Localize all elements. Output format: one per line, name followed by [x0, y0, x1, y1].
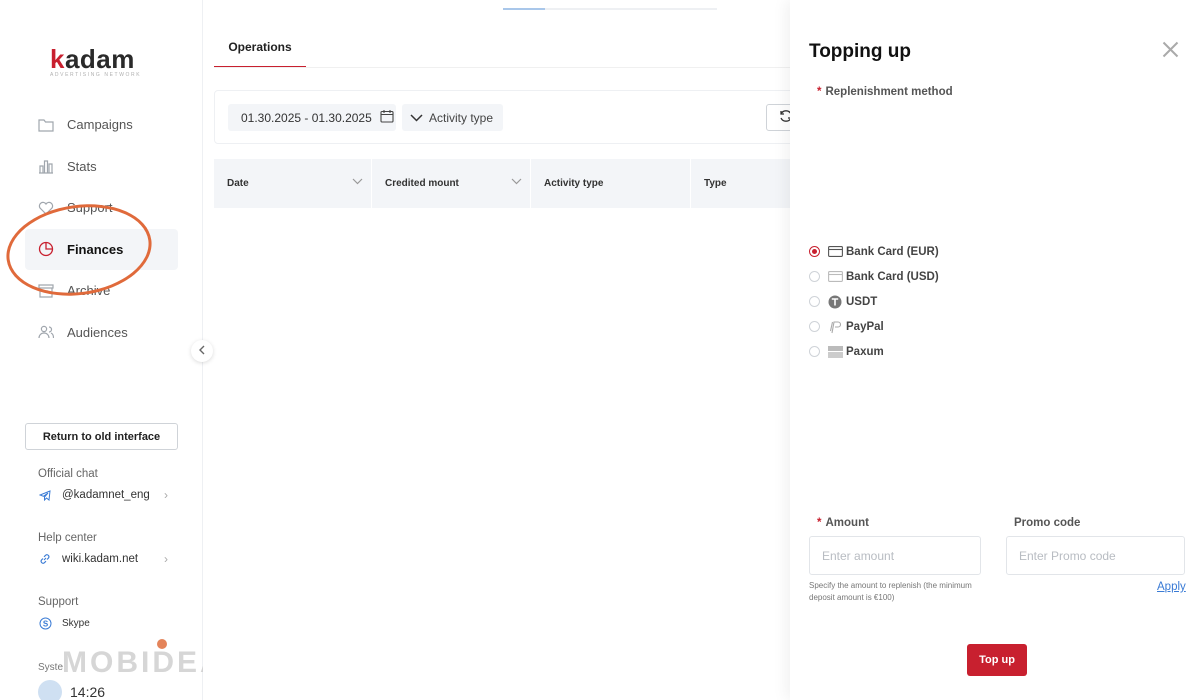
- main-content: Operations 01.30.2025 - 01.30.2025 Activ…: [203, 0, 806, 700]
- return-to-old-interface-button[interactable]: Return to old interface: [25, 423, 178, 450]
- system-label: Syste: [38, 662, 64, 673]
- chevron-left-icon: [198, 344, 206, 358]
- apply-promo-link[interactable]: Apply: [1157, 581, 1186, 593]
- column-header-credited-mount[interactable]: Credited mount: [372, 159, 531, 208]
- sidebar-item-label: Stats: [67, 158, 97, 174]
- card-icon: [827, 245, 843, 259]
- link-icon: [38, 552, 52, 566]
- support-skype[interactable]: Skype: [62, 618, 90, 629]
- filter-bar: 01.30.2025 - 01.30.2025 Activity type: [214, 90, 806, 144]
- date-range-picker[interactable]: 01.30.2025 - 01.30.2025: [228, 104, 396, 131]
- activity-type-dropdown[interactable]: Activity type: [402, 104, 503, 131]
- top-up-button[interactable]: Top up: [967, 644, 1027, 676]
- radio-button[interactable]: [809, 296, 820, 307]
- radio-button[interactable]: [809, 346, 820, 357]
- sidebar-item-label: Campaigns: [67, 117, 133, 133]
- chevron-right-icon: ›: [164, 488, 168, 502]
- help-center-block[interactable]: Help center wiki.kadam.net ›: [38, 532, 178, 566]
- official-chat-label: Official chat: [38, 468, 98, 480]
- telegram-icon: [38, 488, 52, 502]
- drawer-title: Topping up: [809, 41, 911, 62]
- folder-icon: [38, 117, 54, 133]
- sidebar-item-audiences[interactable]: Audiences: [25, 312, 178, 354]
- sidebar-item-label: Audiences: [67, 324, 128, 340]
- radio-button[interactable]: [809, 246, 820, 257]
- sidebar-item-label: Support: [67, 200, 113, 216]
- help-center-link[interactable]: wiki.kadam.net: [62, 553, 138, 565]
- skype-icon: S: [38, 616, 52, 630]
- method-paxum[interactable]: Paxum: [809, 339, 939, 364]
- sidebar-item-finances[interactable]: Finances: [25, 228, 178, 270]
- support-label: Support: [38, 596, 79, 608]
- official-chat-block[interactable]: Official chat @kadamnet_eng ›: [38, 468, 178, 502]
- calendar-icon: [380, 109, 394, 126]
- amount-input[interactable]: [809, 536, 981, 575]
- activity-type-label: Activity type: [429, 110, 494, 125]
- sidebar: kadam ADVERTISING NETWORK Campaigns Stat…: [0, 0, 222, 700]
- chevron-down-icon: [511, 177, 522, 188]
- sidebar-item-label: Finances: [67, 241, 124, 257]
- payment-method-list: Bank Card (EUR) Bank Card (USD) USDT Pay…: [809, 239, 939, 364]
- help-center-label: Help center: [38, 532, 97, 544]
- clock-icon: [38, 680, 62, 700]
- archive-icon: [38, 283, 54, 299]
- official-chat-handle: @kadamnet_eng: [62, 489, 150, 501]
- watermark: MOBIDEA: [62, 646, 225, 679]
- column-header-date[interactable]: Date: [214, 159, 372, 208]
- pie-chart-icon: [38, 241, 54, 257]
- paypal-icon: [827, 320, 843, 334]
- logo[interactable]: kadam ADVERTISING NETWORK: [50, 44, 160, 84]
- column-header-type[interactable]: Type: [691, 159, 804, 208]
- sidebar-item-support[interactable]: Support: [25, 187, 178, 229]
- operations-table-header: Date Credited mount Activity type Type: [214, 159, 804, 208]
- system-clock: 14:26: [38, 680, 105, 700]
- radio-button[interactable]: [809, 321, 820, 332]
- radio-button[interactable]: [809, 271, 820, 282]
- date-range-value: 01.30.2025 - 01.30.2025: [241, 110, 372, 125]
- svg-text:S: S: [42, 619, 48, 628]
- method-usdt[interactable]: USDT: [809, 289, 939, 314]
- method-bank-card-eur[interactable]: Bank Card (EUR): [809, 239, 939, 264]
- bar-chart-icon: [38, 158, 54, 174]
- amount-hint: Specify the amount to replenish (the min…: [809, 581, 972, 602]
- method-paypal[interactable]: PayPal: [809, 314, 939, 339]
- tab-operations[interactable]: Operations: [214, 30, 306, 68]
- paxum-icon: [827, 345, 843, 359]
- heart-icon: [38, 200, 54, 216]
- clock-time: 14:26: [70, 684, 106, 700]
- sidebar-item-label: Archive: [67, 283, 111, 299]
- support-block[interactable]: Support S Skype: [38, 596, 178, 630]
- amount-label: * Amount: [817, 517, 869, 529]
- chevron-right-icon: ›: [164, 552, 168, 566]
- collapse-sidebar-button[interactable]: [191, 340, 213, 362]
- sidebar-item-stats[interactable]: Stats: [25, 146, 178, 188]
- chevron-down-icon: [352, 177, 363, 188]
- tether-icon: [827, 295, 843, 309]
- sidebar-item-campaigns[interactable]: Campaigns: [25, 104, 178, 146]
- method-bank-card-usd[interactable]: Bank Card (USD): [809, 264, 939, 289]
- logo-tagline: ADVERTISING NETWORK: [50, 72, 142, 78]
- promo-code-input[interactable]: [1006, 536, 1185, 575]
- top-strip: [503, 8, 717, 10]
- promo-code-label: Promo code: [1014, 517, 1081, 529]
- close-button[interactable]: [1159, 41, 1181, 63]
- chevron-down-icon: [410, 113, 423, 122]
- users-icon: [38, 324, 54, 340]
- topping-up-drawer: Topping up * Replenishment method Bank Ca…: [790, 0, 1200, 700]
- watermark-dot: [157, 639, 167, 649]
- replenishment-method-label: * Replenishment method: [817, 86, 953, 98]
- card-icon: [827, 270, 843, 284]
- column-header-activity-type[interactable]: Activity type: [531, 159, 691, 208]
- close-icon: [1162, 41, 1179, 63]
- sidebar-item-archive[interactable]: Archive: [25, 270, 178, 312]
- sidebar-nav: Campaigns Stats Support Finances Archive: [25, 104, 178, 353]
